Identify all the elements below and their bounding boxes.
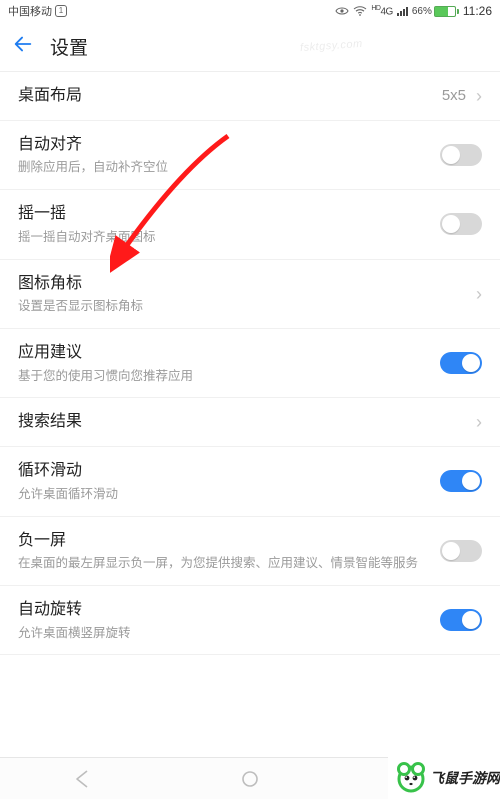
row-title: 循环滑动 — [18, 460, 440, 482]
row-app-suggestion[interactable]: 应用建议 基于您的使用习惯向您推荐应用 — [0, 329, 500, 398]
row-search-results[interactable]: 搜索结果 › — [0, 398, 500, 447]
nav-home[interactable] — [210, 763, 290, 795]
row-icon-badge[interactable]: 图标角标 设置是否显示图标角标 › — [0, 260, 500, 329]
row-auto-align[interactable]: 自动对齐 删除应用后，自动补齐空位 — [0, 121, 500, 190]
row-title: 搜索结果 — [18, 411, 476, 433]
switch-auto-align[interactable] — [440, 144, 482, 166]
network-type: HD4G — [371, 5, 392, 17]
brand-text: 飞鼠手游网 — [430, 768, 500, 788]
row-desc: 在桌面的最左屏显示负一屏，为您提供搜索、应用建议、情景智能等服务 — [18, 555, 440, 572]
row-desc: 允许桌面循环滑动 — [18, 486, 440, 503]
row-title: 自动旋转 — [18, 599, 440, 621]
back-button[interactable] — [12, 33, 34, 61]
nav-back[interactable] — [43, 763, 123, 795]
clock: 11:26 — [463, 4, 492, 18]
carrier-label: 中国移动 — [8, 3, 52, 19]
row-loop-scroll[interactable]: 循环滑动 允许桌面循环滑动 — [0, 447, 500, 516]
mouse-icon — [394, 761, 428, 795]
row-desc: 设置是否显示图标角标 — [18, 298, 476, 315]
switch-shake[interactable] — [440, 213, 482, 235]
row-value: 5x5 — [442, 87, 466, 104]
row-title: 摇一摇 — [18, 203, 440, 225]
row-desktop-layout[interactable]: 桌面布局 5x5 › — [0, 72, 500, 121]
battery-percent: 66% — [412, 6, 432, 17]
app-header: 设置 — [0, 22, 500, 72]
row-desc: 删除应用后，自动补齐空位 — [18, 159, 440, 176]
row-shake[interactable]: 摇一摇 摇一摇自动对齐桌面图标 — [0, 190, 500, 259]
chevron-right-icon: › — [476, 413, 482, 431]
status-left: 中国移动 1 — [8, 3, 67, 19]
row-desc: 允许桌面横竖屏旋转 — [18, 625, 440, 642]
battery-indicator: 66% — [412, 6, 459, 17]
row-desc: 摇一摇自动对齐桌面图标 — [18, 229, 440, 246]
chevron-right-icon: › — [476, 285, 482, 303]
switch-loop-scroll[interactable] — [440, 470, 482, 492]
row-title: 负一屏 — [18, 530, 440, 552]
row-auto-rotate[interactable]: 自动旋转 允许桌面横竖屏旋转 — [0, 586, 500, 655]
switch-minus-one[interactable] — [440, 540, 482, 562]
wifi-icon — [353, 6, 367, 16]
switch-auto-rotate[interactable] — [440, 609, 482, 631]
row-title: 桌面布局 — [18, 85, 442, 107]
chevron-right-icon: › — [476, 87, 482, 105]
row-title: 图标角标 — [18, 273, 476, 295]
row-title: 自动对齐 — [18, 134, 440, 156]
row-minus-one-screen[interactable]: 负一屏 在桌面的最左屏显示负一屏，为您提供搜索、应用建议、情景智能等服务 — [0, 517, 500, 586]
status-right: HD4G 66% 11:26 — [335, 4, 492, 18]
row-desc: 基于您的使用习惯向您推荐应用 — [18, 368, 440, 385]
row-title: 应用建议 — [18, 342, 440, 364]
brand-logo: 飞鼠手游网 — [388, 757, 500, 799]
settings-list: 桌面布局 5x5 › 自动对齐 删除应用后，自动补齐空位 摇一摇 摇一摇自动对齐… — [0, 72, 500, 655]
page-title: 设置 — [50, 33, 88, 60]
sim-slot-badge: 1 — [55, 5, 67, 17]
signal-icon — [397, 7, 408, 16]
eye-comfort-icon — [335, 6, 349, 16]
switch-app-suggestion[interactable] — [440, 352, 482, 374]
status-bar: 中国移动 1 HD4G 66% 11:26 — [0, 0, 500, 22]
